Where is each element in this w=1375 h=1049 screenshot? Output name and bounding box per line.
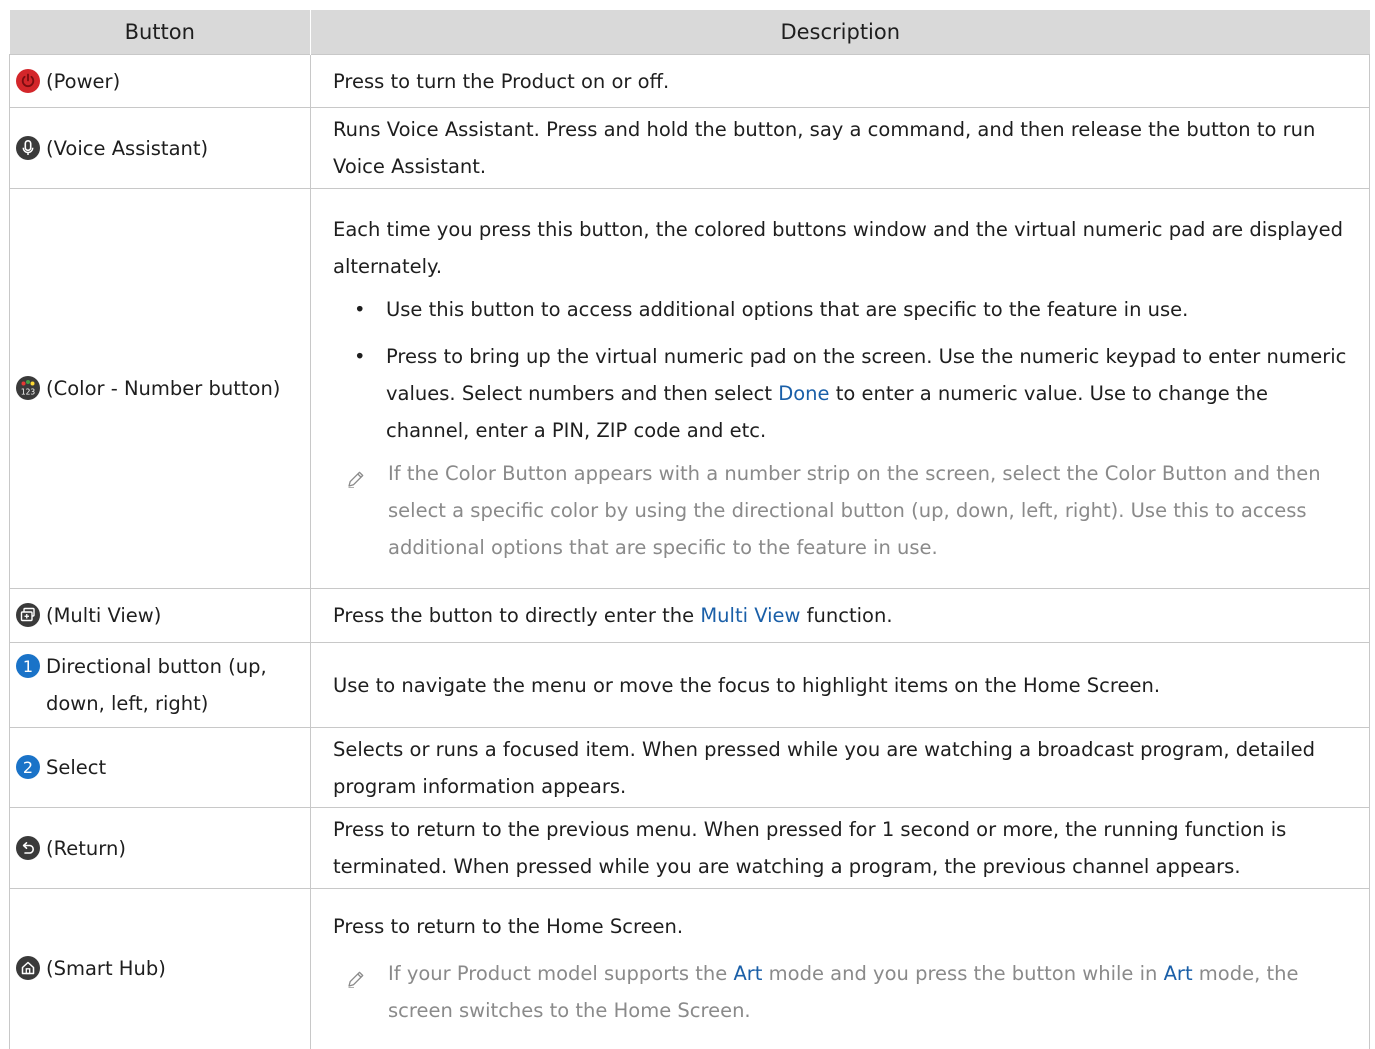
table-row: (Smart Hub) Press to return to the Home … — [9, 888, 1370, 1049]
description-text: Runs Voice Assistant. Press and hold the… — [333, 118, 1316, 178]
return-icon — [16, 835, 40, 860]
table-row: (Voice Assistant) Runs Voice Assistant. … — [9, 107, 1370, 189]
table-row: (Multi View) Press the button to directl… — [9, 588, 1370, 643]
description-cell: Runs Voice Assistant. Press and hold the… — [310, 107, 1370, 189]
description-cell: Press the button to directly enter the M… — [310, 588, 1370, 643]
table-row: 2 Select Selects or runs a focused item.… — [9, 727, 1370, 808]
button-label: Select — [46, 756, 107, 779]
bullet-list: Use this button to access additional opt… — [333, 291, 1355, 449]
power-icon — [16, 68, 40, 93]
description-cell: Press to return to the Home Screen. If y… — [310, 888, 1370, 1049]
button-cell: 2 Select — [9, 727, 311, 808]
description-text: Each time you press this button, the col… — [333, 218, 1343, 278]
art-link[interactable]: Art — [1164, 962, 1193, 985]
button-cell: 123 (Color - Number button) — [9, 188, 311, 589]
description-text: Use to navigate the menu or move the foc… — [333, 673, 1161, 697]
note-text: If your Product model supports the — [388, 962, 734, 986]
note: If the Color Button appears with a numbe… — [333, 455, 1355, 566]
button-cell: 1 Directional button (up, down, left, ri… — [9, 642, 311, 728]
button-label: (Return) — [46, 836, 126, 860]
button-label: Directional button (up, down, left, righ… — [46, 655, 267, 715]
table-row: 1 Directional button (up, down, left, ri… — [9, 642, 1370, 728]
description-cell: Each time you press this button, the col… — [310, 188, 1370, 589]
button-cell: (Multi View) — [9, 588, 311, 643]
description-text: Press to return to the Home Screen. — [333, 915, 684, 939]
description-text: function. — [800, 604, 893, 627]
button-cell: (Smart Hub) — [9, 888, 311, 1049]
multi-view-link[interactable]: Multi View — [700, 604, 800, 627]
microphone-icon — [16, 135, 40, 160]
pencil-icon — [346, 464, 366, 501]
pencil-icon — [346, 964, 366, 1001]
color-number-icon: 123 — [16, 376, 40, 400]
note: If your Product model supports the Art m… — [333, 955, 1355, 1029]
note-text: mode and you press the button while in — [762, 962, 1164, 986]
remote-buttons-table: Button Description (Power) Press to turn… — [9, 10, 1370, 1049]
header-description: Description — [310, 10, 1370, 55]
color-number-icon-text: 123 — [21, 388, 36, 397]
description-cell: Press to turn the Product on or off. — [310, 54, 1370, 108]
table-header-row: Button Description — [9, 10, 1370, 55]
multi-view-icon — [16, 603, 40, 627]
table-row: (Return) Press to return to the previous… — [9, 807, 1370, 889]
description-text: Press the button to directly enter the — [333, 604, 701, 627]
art-link[interactable]: Art — [733, 962, 762, 985]
table-row: 123 (Color - Number button) Each time yo… — [9, 188, 1370, 589]
button-label: (Color - Number button) — [46, 377, 281, 400]
description-text: Selects or runs a focused item. When pre… — [333, 737, 1315, 798]
number-1-text: 1 — [23, 657, 33, 676]
button-label: (Multi View) — [46, 604, 162, 627]
button-label: (Voice Assistant) — [46, 136, 209, 160]
bullet-item: Use this button to access additional opt… — [333, 291, 1355, 328]
number-2-text: 2 — [23, 758, 33, 777]
table-row: (Power) Press to turn the Product on or … — [9, 54, 1370, 108]
description-text: Press to return to the previous menu. Wh… — [333, 818, 1287, 878]
bullet-item: Press to bring up the virtual numeric pa… — [333, 338, 1355, 449]
header-button: Button — [9, 10, 311, 55]
description-text: Press to turn the Product on or off. — [333, 69, 670, 93]
button-cell: (Power) — [9, 54, 311, 108]
description-cell: Press to return to the previous menu. Wh… — [310, 807, 1370, 889]
done-link[interactable]: Done — [778, 382, 829, 405]
button-label: (Smart Hub) — [46, 957, 166, 981]
note-text: If the Color Button appears with a numbe… — [388, 462, 1321, 559]
description-cell: Selects or runs a focused item. When pre… — [310, 727, 1370, 808]
bullet-text: Use this button to access additional opt… — [386, 298, 1189, 321]
description-cell: Use to navigate the menu or move the foc… — [310, 642, 1370, 728]
number-2-icon: 2 — [16, 755, 40, 779]
button-label: (Power) — [46, 69, 121, 93]
button-cell: (Voice Assistant) — [9, 107, 311, 189]
home-icon — [16, 956, 40, 981]
number-1-icon: 1 — [16, 654, 40, 678]
button-cell: (Return) — [9, 807, 311, 889]
